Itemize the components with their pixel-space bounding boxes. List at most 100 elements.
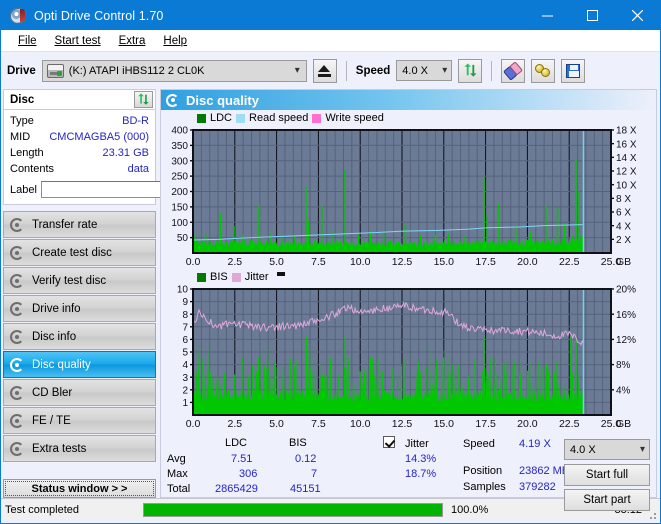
svg-text:16%: 16% bbox=[616, 310, 636, 321]
nav-list: Transfer rate Create test disc Verify te… bbox=[3, 211, 156, 463]
menu-start-test[interactable]: Start test bbox=[46, 33, 110, 49]
disc-row-length: Length 23.31 GB bbox=[10, 145, 149, 161]
sidebar-item-fe-te[interactable]: FE / TE bbox=[3, 407, 156, 434]
disc-length-label: Length bbox=[10, 147, 44, 159]
eject-icon bbox=[318, 64, 332, 77]
svg-text:8%: 8% bbox=[616, 360, 631, 371]
svg-text:16 X: 16 X bbox=[616, 139, 637, 150]
svg-text:9: 9 bbox=[182, 297, 188, 308]
sidebar-item-drive-info[interactable]: Drive info bbox=[3, 295, 156, 322]
disc-type-value: BD-R bbox=[122, 115, 149, 127]
disc-icon bbox=[10, 273, 24, 288]
svg-text:GB: GB bbox=[616, 418, 631, 430]
close-icon[interactable] bbox=[615, 1, 660, 30]
main-body: Disc Type BD-R MID CMCMAGBA5 (000) Lengt… bbox=[1, 89, 660, 511]
disc-icon bbox=[10, 357, 24, 372]
refresh-icon bbox=[138, 93, 149, 105]
svg-text:250: 250 bbox=[171, 172, 188, 183]
svg-text:0.0: 0.0 bbox=[186, 418, 201, 430]
menu-help[interactable]: Help bbox=[154, 33, 196, 49]
svg-text:150: 150 bbox=[171, 202, 188, 213]
refresh-button[interactable] bbox=[458, 58, 483, 83]
position-stat-label: Position bbox=[463, 465, 503, 477]
svg-text:7: 7 bbox=[182, 322, 188, 333]
toolbar-divider bbox=[491, 60, 493, 81]
start-part-button[interactable]: Start part bbox=[564, 489, 650, 511]
settings-button[interactable] bbox=[531, 58, 556, 83]
progress-percent: 100.0% bbox=[451, 503, 489, 516]
svg-text:1: 1 bbox=[182, 398, 188, 409]
erase-button[interactable] bbox=[501, 58, 526, 83]
disc-icon bbox=[10, 329, 24, 344]
maximize-icon[interactable] bbox=[570, 1, 615, 30]
menu-file[interactable]: File bbox=[9, 33, 46, 49]
status-window-button[interactable]: Status window > > bbox=[3, 479, 156, 498]
chart1-legend: LDC Read speed Write speed bbox=[161, 111, 656, 125]
menu-extra[interactable]: Extra bbox=[110, 33, 155, 49]
drive-select[interactable]: (K:) ATAPI iHBS112 2 CL0K ▾ bbox=[41, 59, 307, 82]
stats-total-ldc: 2865429 bbox=[215, 483, 258, 495]
svg-text:20%: 20% bbox=[616, 285, 636, 296]
svg-text:50: 50 bbox=[177, 233, 189, 244]
svg-text:17.5: 17.5 bbox=[475, 256, 496, 268]
legend-swatch-bis bbox=[197, 272, 206, 282]
toolbar-divider bbox=[345, 60, 347, 81]
sidebar-item-disc-info[interactable]: Disc info bbox=[3, 323, 156, 350]
panel-header: Disc quality bbox=[161, 90, 656, 110]
sidebar-item-verify-test-disc[interactable]: Verify test disc bbox=[3, 267, 156, 294]
sidebar-item-disc-quality[interactable]: Disc quality bbox=[3, 351, 156, 378]
sidebar-item-label: Disc quality bbox=[32, 358, 91, 371]
jitter-avg-value: 14.3% bbox=[405, 453, 437, 465]
sidebar-item-create-test-disc[interactable]: Create test disc bbox=[3, 239, 156, 266]
chart-ldc-readspeed: 50 100 150 200 250 300 350 400 2 X 4 X 6 X 8 X 10 X 1… bbox=[161, 125, 656, 270]
sidebar-item-transfer-rate[interactable]: Transfer rate bbox=[3, 211, 156, 238]
status-bar: Test completed 100.0% 33:12 bbox=[1, 498, 660, 520]
stats-col-ldc: LDC bbox=[225, 437, 248, 449]
disc-refresh-button[interactable] bbox=[134, 91, 153, 108]
speed-label: Speed bbox=[355, 64, 391, 77]
resize-grip-icon[interactable] bbox=[646, 509, 658, 521]
page-title: Disc quality bbox=[186, 92, 259, 108]
speed-select[interactable]: 4.0 X ▾ bbox=[396, 60, 453, 81]
sidebar-item-cd-bler[interactable]: CD Bler bbox=[3, 379, 156, 406]
legend-swatch-jitter bbox=[231, 272, 241, 282]
drive-icon bbox=[46, 63, 64, 78]
svg-text:10: 10 bbox=[177, 285, 189, 296]
charts-area: LDC Read speed Write speed 50 100 150 200 25… bbox=[161, 110, 656, 432]
save-icon bbox=[566, 63, 581, 78]
svg-text:10 X: 10 X bbox=[616, 180, 637, 191]
sidebar-item-label: Extra tests bbox=[32, 442, 87, 455]
save-button[interactable] bbox=[561, 58, 586, 83]
legend-swatch-marker bbox=[276, 272, 285, 276]
sidebar-item-label: Transfer rate bbox=[32, 218, 98, 231]
disc-icon bbox=[10, 217, 24, 232]
jitter-max-value: 18.7% bbox=[405, 468, 437, 480]
jitter-checkbox[interactable] bbox=[383, 436, 395, 449]
position-stat-value: 23862 MB bbox=[519, 465, 570, 477]
disc-length-value: 23.31 GB bbox=[102, 147, 149, 159]
minimize-icon[interactable] bbox=[525, 1, 570, 30]
sidebar-item-extra-tests[interactable]: Extra tests bbox=[3, 435, 156, 462]
app-disc-icon bbox=[10, 7, 26, 24]
samples-stat-label: Samples bbox=[463, 481, 506, 493]
svg-text:0.0: 0.0 bbox=[186, 256, 201, 268]
start-full-button[interactable]: Start full bbox=[564, 464, 650, 486]
stats-col-bis: BIS bbox=[289, 437, 307, 449]
test-speed-select[interactable]: 4.0 X ▾ bbox=[564, 439, 650, 460]
stats-row-avg: Avg bbox=[167, 453, 186, 465]
svg-text:3: 3 bbox=[182, 373, 188, 384]
sidebar: Disc Type BD-R MID CMCMAGBA5 (000) Lengt… bbox=[1, 89, 243, 498]
svg-text:5.0: 5.0 bbox=[269, 256, 284, 268]
disc-label-label: Label bbox=[10, 183, 37, 196]
sidebar-item-label: CD Bler bbox=[32, 386, 73, 399]
speed-stat-label: Speed bbox=[463, 438, 495, 450]
disc-type-label: Type bbox=[10, 115, 34, 127]
svg-text:18 X: 18 X bbox=[616, 126, 637, 137]
disc-quality-panel: Disc quality LDC Read speed Write speed … bbox=[160, 89, 657, 511]
svg-text:8 X: 8 X bbox=[616, 194, 631, 205]
sidebar-item-label: Disc info bbox=[32, 330, 77, 343]
eject-button[interactable] bbox=[312, 58, 337, 83]
svg-text:300: 300 bbox=[171, 156, 188, 167]
disc-mid-value: CMCMAGBA5 (000) bbox=[49, 131, 149, 143]
svg-text:20.0: 20.0 bbox=[517, 256, 538, 268]
